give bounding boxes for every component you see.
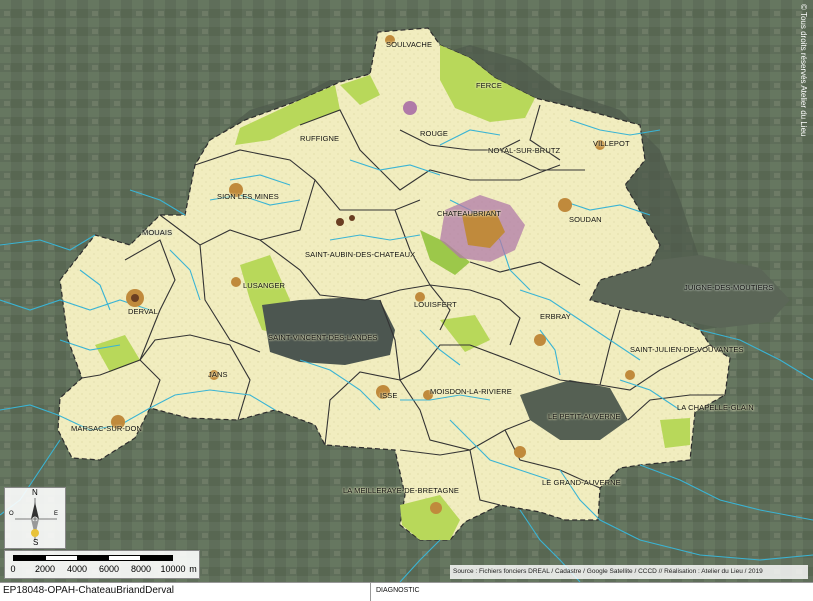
commune-label-chateaubriant: CHATEAUBRIANT (437, 209, 502, 218)
commune-label-noyal-sur-brutz: NOYAL-SUR-BRUTZ (488, 146, 561, 155)
commune-label-saint-julien-de-vouvantes: SAINT-JULIEN-DE-VOUVANTES (630, 345, 744, 354)
commune-label-derval: DERVAL (128, 307, 158, 316)
commune-label-le-grand-auverne: LE GRAND-AUVERNE (542, 478, 621, 487)
scale-tick-label: 2000 (34, 564, 56, 574)
compass-east-label: E (54, 511, 59, 517)
commune-label-saint-vincent-des-landes: SAINT-VINCENT-DES-LANDES (268, 333, 378, 342)
commune-label-ruffigne: RUFFIGNE (300, 134, 340, 143)
scale-segment (77, 556, 109, 560)
scale-tick-label: 8000 (130, 564, 152, 574)
commune-label-soudan: SOUDAN (569, 215, 602, 224)
commune-label-erbray: ERBRAY (540, 312, 571, 321)
scale-tick-label: 4000 (66, 564, 88, 574)
commune-label-saint-aubin-des-chateaux: SAINT-AUBIN-DES-CHATEAUX (305, 250, 416, 259)
scale-bar-segments (13, 555, 173, 561)
footer-divider (370, 583, 371, 601)
document-reference: EP18048-OPAH-ChateauBriandDerval (3, 585, 175, 596)
commune-label-la-meilleraye-de-bretagne: LA MEILLERAYE-DE-BRETAGNE (343, 486, 460, 495)
scale-tick-label: 10000 (160, 564, 186, 574)
commune-label-moisdon-la-riviere: MOISDON-LA-RIVIERE (430, 387, 512, 396)
commune-label-juigne-des-moutiers: JUIGNE-DES-MOUTIERS (684, 283, 774, 292)
saint-vincent-dark (262, 298, 395, 365)
compass-rose: N S E O (4, 487, 66, 549)
compass-west-label: O (9, 511, 14, 517)
commune-label-villepot: VILLEPOT (593, 139, 630, 148)
scale-bar: 0 2000 4000 6000 8000 10000 m (4, 550, 200, 579)
compass-south-label: S (33, 538, 39, 547)
commune-label-isse: ISSE (380, 391, 398, 400)
commune-label-rouge: ROUGE (420, 129, 449, 138)
commune-label-sion-les-mines: SION LES MINES (217, 192, 279, 201)
scale-segment (108, 556, 141, 560)
scale-segment (140, 556, 172, 560)
commune-label-la-chapelle-glain: LA CHAPELLE-GLAIN (677, 403, 754, 412)
lachapelle-green (660, 418, 690, 448)
section-title: DIAGNOSTIC (376, 587, 420, 594)
commune-label-louisfert: LOUISFERT (414, 300, 457, 309)
document-footer: EP18048-OPAH-ChateauBriandDerval DIAGNOS… (0, 582, 813, 601)
scale-segment (14, 556, 46, 560)
copyright-notice: © Tous droits réservés Atelier du Lieu (799, 4, 808, 137)
scale-tick-label: 0 (10, 564, 16, 574)
commune-label-mouais: MOUAIS (142, 228, 173, 237)
scale-segment (45, 556, 78, 560)
commune-label-lusanger: LUSANGER (243, 281, 286, 290)
commune-label-soulvache: SOULVACHE (386, 40, 433, 49)
source-credits: Source : Fichiers fonciers DREAL / Cadas… (450, 565, 808, 579)
commune-label-le-petit-auverne: LE PETIT-AUVERNE (548, 412, 621, 421)
scale-tick-label: 6000 (98, 564, 120, 574)
commune-label-jans: JANS (208, 370, 228, 379)
territory-map[interactable]: SOULVACHE FERCE RUFFIGNE ROUGE NOYAL-SUR… (0, 0, 813, 582)
commune-label-ferce: FERCE (476, 81, 502, 90)
compass-north-label: N (32, 488, 38, 497)
scale-unit-label: m (189, 564, 197, 574)
commune-label-marsac-sur-don: MARSAC-SUR-DON (71, 424, 142, 433)
